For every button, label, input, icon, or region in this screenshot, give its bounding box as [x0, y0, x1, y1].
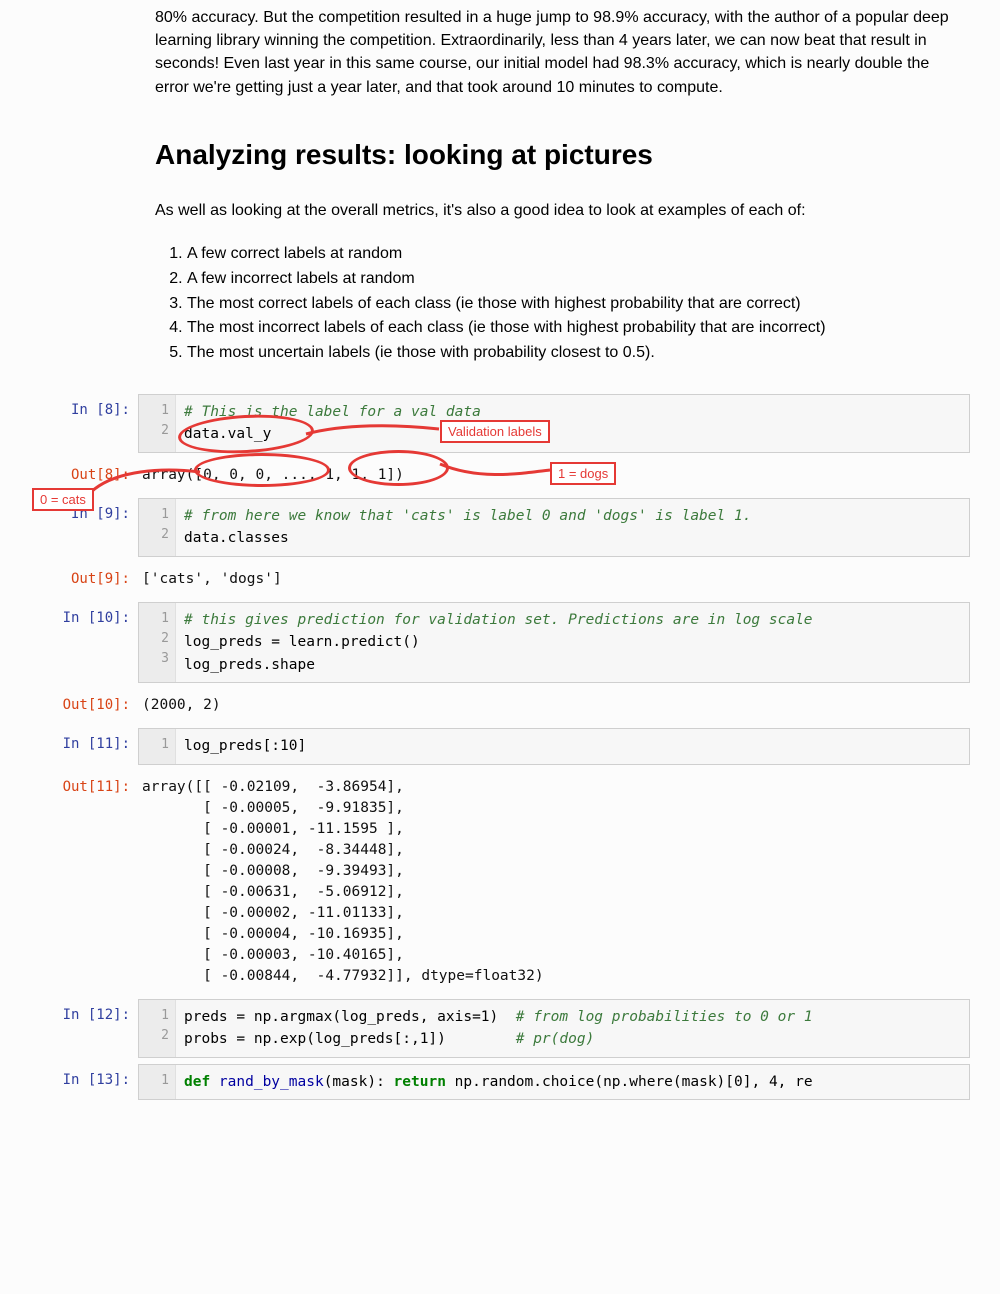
output-text: (2000, 2) [142, 695, 970, 716]
list-item: A few incorrect labels at random [187, 267, 950, 292]
markdown-cell-intro: 80% accuracy. But the competition result… [155, 6, 950, 366]
examples-list: A few correct labels at random A few inc… [155, 242, 950, 366]
code-cell-13-in: In [13]: 1 def rand_by_mask(mask): retur… [30, 1064, 970, 1100]
code-input[interactable]: 123 # this gives prediction for validati… [138, 602, 970, 683]
line-numbers: 12 [139, 1000, 176, 1057]
prompt-out: Out[10]: [30, 689, 138, 713]
code-cell-11-out: Out[11]: array([[ -0.02109, -3.86954], [… [30, 771, 970, 993]
code-text: # This is the label for a val data data.… [176, 395, 969, 452]
prompt-in: In [10]: [30, 602, 138, 626]
prompt-in: In [12]: [30, 999, 138, 1023]
prompt-out: Out[8]: [30, 459, 138, 483]
code-input[interactable]: 1 def rand_by_mask(mask): return np.rand… [138, 1064, 970, 1100]
annotation-zero-equals-cats: 0 = cats [32, 488, 94, 511]
section-heading: Analyzing results: looking at pictures [155, 139, 950, 171]
line-numbers: 12 [139, 395, 176, 452]
line-numbers: 1 [139, 1065, 176, 1099]
list-item: A few correct labels at random [187, 242, 950, 267]
code-cell-12-in: In [12]: 12 preds = np.argmax(log_preds,… [30, 999, 970, 1058]
prompt-in: In [11]: [30, 728, 138, 752]
code-text: preds = np.argmax(log_preds, axis=1) # f… [176, 1000, 969, 1057]
code-text: # from here we know that 'cats' is label… [176, 499, 969, 556]
prompt-in: In [13]: [30, 1064, 138, 1088]
code-cell-9-in: In [9]: 12 # from here we know that 'cat… [30, 498, 970, 557]
output-text: ['cats', 'dogs'] [142, 569, 970, 590]
code-input[interactable]: 12 preds = np.argmax(log_preds, axis=1) … [138, 999, 970, 1058]
output-text: array([[ -0.02109, -3.86954], [ -0.00005… [142, 777, 970, 987]
annotated-cells: In [8]: 12 # This is the label for a val… [30, 394, 970, 596]
notebook-page: 80% accuracy. But the competition result… [0, 6, 1000, 1100]
list-item: The most incorrect labels of each class … [187, 316, 950, 341]
code-text: def rand_by_mask(mask): return np.random… [176, 1065, 969, 1099]
lead-paragraph: As well as looking at the overall metric… [155, 199, 950, 222]
line-numbers: 1 [139, 729, 176, 763]
prompt-out: Out[11]: [30, 771, 138, 795]
code-cell-10-in: In [10]: 123 # this gives prediction for… [30, 602, 970, 683]
code-cell-11-in: In [11]: 1 log_preds[:10] [30, 728, 970, 764]
code-input[interactable]: 12 # This is the label for a val data da… [138, 394, 970, 453]
list-item: The most correct labels of each class (i… [187, 292, 950, 317]
annotation-validation-labels: Validation labels [440, 420, 550, 443]
code-text: log_preds[:10] [176, 729, 969, 763]
annotation-one-equals-dogs: 1 = dogs [550, 462, 616, 485]
prompt-out: Out[9]: [30, 563, 138, 587]
line-numbers: 12 [139, 499, 176, 556]
code-text: # this gives prediction for validation s… [176, 603, 969, 682]
line-numbers: 123 [139, 603, 176, 682]
code-cell-10-out: Out[10]: (2000, 2) [30, 689, 970, 722]
code-input[interactable]: 12 # from here we know that 'cats' is la… [138, 498, 970, 557]
list-item: The most uncertain labels (ie those with… [187, 341, 950, 366]
intro-paragraph: 80% accuracy. But the competition result… [155, 6, 950, 99]
prompt-in: In [8]: [30, 394, 138, 418]
code-cell-8-out: Out[8]: array([0, 0, 0, ..., 1, 1, 1]) [30, 459, 970, 492]
code-cell-9-out: Out[9]: ['cats', 'dogs'] [30, 563, 970, 596]
code-input[interactable]: 1 log_preds[:10] [138, 728, 970, 764]
